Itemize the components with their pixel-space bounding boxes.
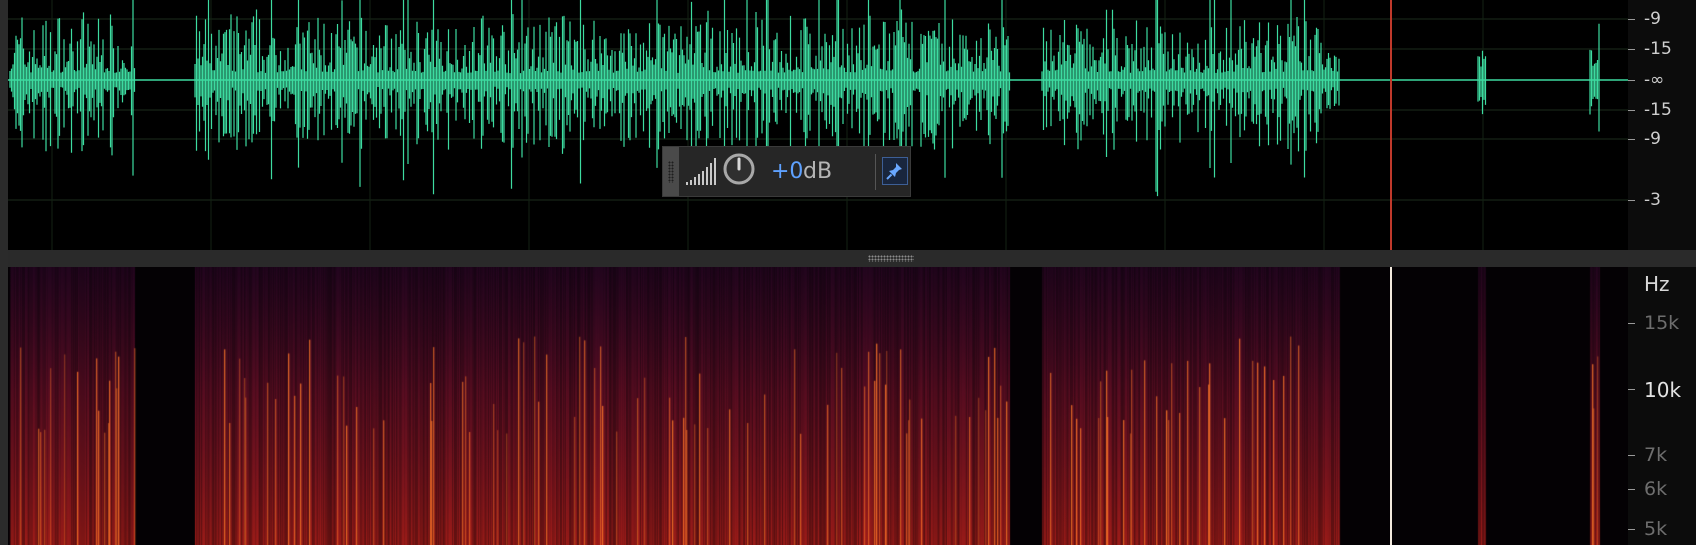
gain-unit: dB: [803, 159, 833, 184]
level-meter-icon: [686, 158, 716, 185]
hz-tick: [1628, 323, 1635, 324]
db-label: -3: [1644, 190, 1661, 210]
hz-tick: [1628, 529, 1635, 530]
db-tick: [1628, 200, 1635, 201]
hud-drag-handle[interactable]: [663, 147, 679, 196]
db-label: -9: [1644, 9, 1661, 29]
hz-label: 15k: [1644, 312, 1680, 334]
gain-knob-icon[interactable]: [723, 153, 755, 185]
db-label: -15: [1644, 100, 1672, 120]
pin-button[interactable]: [882, 157, 908, 185]
playhead-cursor[interactable]: [1390, 0, 1392, 250]
hz-tick: [1628, 489, 1635, 490]
hz-tick: [1628, 389, 1635, 390]
track-edge: [0, 0, 8, 545]
waveform-display[interactable]: [0, 0, 1628, 250]
pin-icon: [886, 163, 902, 180]
playhead-cursor-spectrogram[interactable]: [1390, 267, 1392, 545]
hz-label: 6k: [1644, 478, 1668, 500]
db-tick: [1628, 19, 1635, 20]
hud-separator: [875, 154, 876, 190]
spectrogram-display[interactable]: [8, 267, 1628, 545]
hz-label: 10k: [1644, 378, 1682, 402]
hz-label: 7k: [1644, 444, 1668, 466]
db-tick: [1628, 139, 1635, 140]
hz-unit-label: Hz: [1644, 272, 1670, 296]
panel-divider[interactable]: [0, 250, 1696, 267]
db-ruler: -9 -15 -∞ -15 -9 -3: [1628, 0, 1696, 250]
db-tick: [1628, 49, 1635, 50]
divider-grip-handle[interactable]: [868, 255, 914, 262]
db-tick: [1628, 110, 1635, 111]
hz-label: 5k: [1644, 518, 1668, 540]
db-label: -∞: [1644, 70, 1665, 90]
db-tick: [1628, 80, 1635, 81]
gain-value[interactable]: +0: [771, 159, 803, 184]
spectrogram-panel[interactable]: Hz 15k 10k 7k 6k 5k: [0, 267, 1696, 545]
frequency-ruler: Hz 15k 10k 7k 6k 5k: [1628, 267, 1696, 545]
hz-tick: [1628, 455, 1635, 456]
gain-hud[interactable]: +0 dB: [662, 146, 911, 197]
waveform-panel[interactable]: -9 -15 -∞ -15 -9 -3: [0, 0, 1696, 250]
db-label: -9: [1644, 129, 1661, 149]
db-label: -15: [1644, 39, 1672, 59]
